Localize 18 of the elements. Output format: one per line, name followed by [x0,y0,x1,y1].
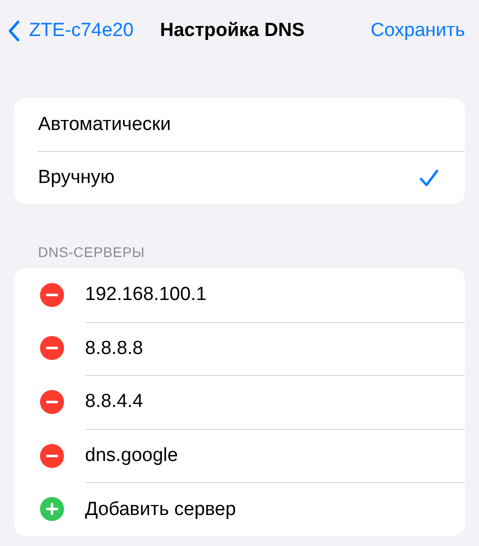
add-icon[interactable] [40,497,64,522]
add-server-label[interactable]: Добавить сервер [85,498,236,521]
save-button[interactable]: Сохранить [370,20,465,42]
remove-icon[interactable] [40,444,64,468]
server-address: dns.google [85,445,178,468]
server-address: 8.8.8.8 [85,338,144,360]
remove-icon[interactable] [40,390,64,414]
mode-option[interactable]: Вручную [14,151,465,204]
remove-icon[interactable] [40,282,64,307]
remove-icon[interactable] [40,336,64,360]
screen-title: Настройка DNS [160,20,305,42]
checkmark-icon [419,168,439,186]
server-address: 192.168.100.1 [85,284,207,306]
server-address: 8.8.4.4 [85,391,144,414]
section-header: DNS-СЕРВЕРЫ [38,244,146,260]
chevron-left-icon [8,20,20,42]
back-button[interactable]: ZTE-c74e20 [8,20,134,42]
mode-option[interactable]: Автоматически [14,98,465,151]
